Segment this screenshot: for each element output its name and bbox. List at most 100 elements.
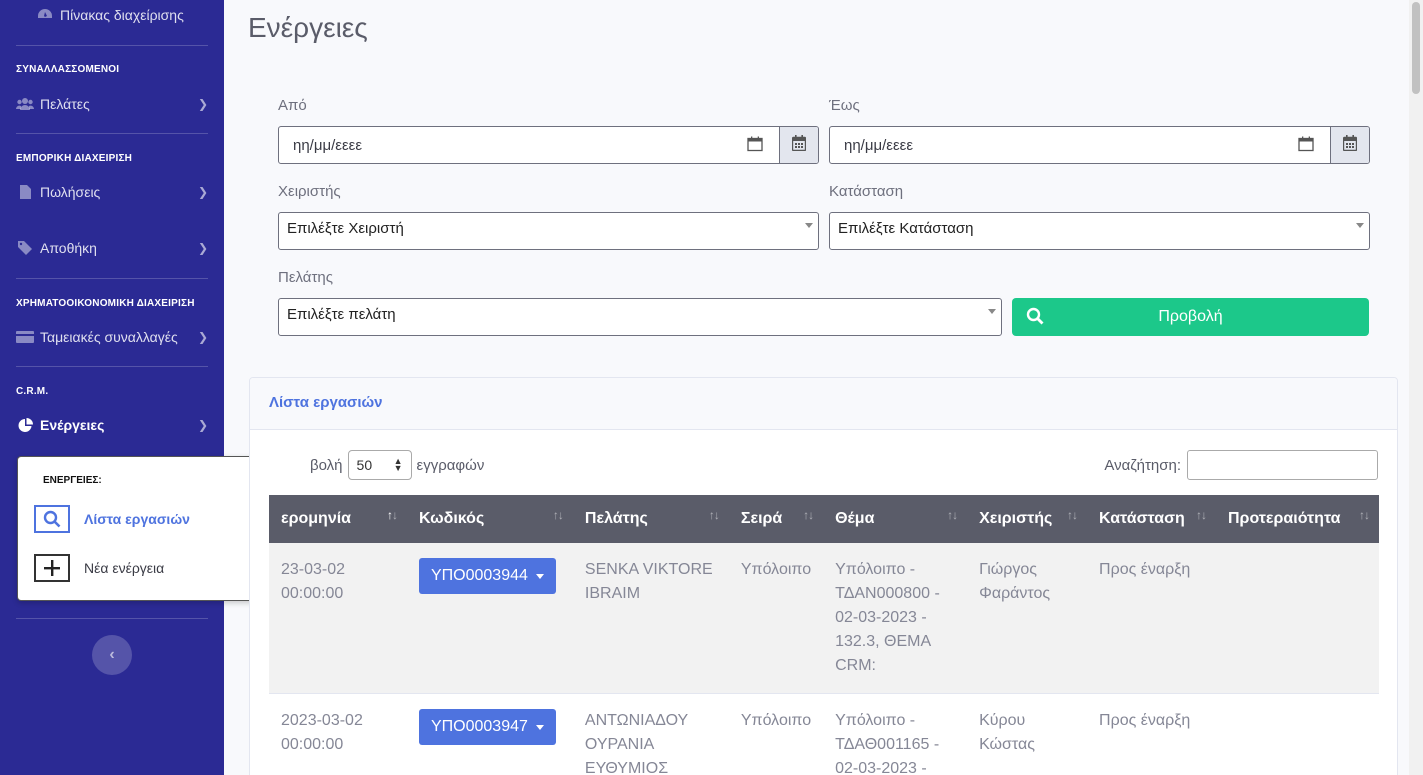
cell-operator: Γιώργος Φαράντος [967, 543, 1088, 694]
plus-icon [34, 554, 70, 582]
search-input[interactable] [1187, 450, 1378, 480]
column-header-customer[interactable]: Πελάτης ↑↓ [572, 495, 729, 543]
sidebar-item-actions[interactable]: Ενέργειες ❯ [16, 417, 208, 433]
operator-label: Χειριστής [278, 183, 341, 200]
from-calendar-button[interactable] [779, 127, 818, 163]
sidebar-item-label: Ενέργειες [40, 417, 105, 433]
status-select[interactable]: Επιλέξτε Κατάσταση [829, 212, 1370, 250]
sidebar-item-dashboard[interactable]: Πίνακας διαχείρισης [36, 7, 228, 23]
to-label: Έως [829, 97, 860, 114]
cell-code: ΥΠΟ0003947 [406, 693, 573, 775]
table-row: 2023-03-02 00:00:00 ΥΠΟ0003947 ΑΝΤΩΝΙΑΔΟ… [269, 693, 1379, 775]
from-date-field[interactable]: ηη/μμ/εεεε [278, 126, 819, 164]
page-length-select[interactable]: 50 ▲ ▼ [347, 450, 412, 480]
cell-operator: Κύρου Κώστας [967, 693, 1088, 775]
sidebar-divider [16, 278, 208, 279]
sidebar-toggle-button[interactable]: ‹ [92, 635, 132, 675]
sidebar-divider [16, 133, 208, 134]
cell-customer: ΑΝΤΩΝΙΑΔΟΥ ΟΥΡΑΝΙΑ ΕΥΘΥΜΙΟΣ [572, 693, 729, 775]
updown-icon: ▲ ▼ [393, 456, 403, 473]
view-button[interactable]: Προβολή [1012, 298, 1369, 336]
search-icon [34, 505, 70, 533]
column-header-code[interactable]: Κωδικός ↑↓ [406, 495, 573, 543]
customer-select[interactable]: Επιλέξτε πελάτη [278, 298, 1002, 336]
column-header-status[interactable]: Κατάσταση ↑↓ [1087, 495, 1216, 543]
code-dropdown-button[interactable]: ΥΠΟ0003944 [418, 558, 556, 594]
column-header-date[interactable]: ερομηνία ↑↓ [269, 495, 407, 543]
caret-down-icon [535, 573, 544, 579]
flyout-item-task-list[interactable]: Λίστα εργασιών [34, 505, 190, 533]
sidebar-item-customers[interactable]: Πελάτες ❯ [16, 96, 208, 112]
sidebar-item-label: Αποθήκη [40, 240, 97, 256]
scrollbar-thumb[interactable] [1412, 2, 1420, 94]
flyout-item-new-action[interactable]: Νέα ενέργεια [34, 554, 164, 582]
operator-select-value: Επιλέξτε Χειριστή [287, 220, 404, 237]
page-length-suffix: εγγραφών [416, 456, 485, 474]
table-header-row: ερομηνία ↑↓ Κωδικός ↑↓ Πελάτης ↑↓ Σειρά ↑↓ Θ… [269, 495, 1379, 543]
column-header-operator[interactable]: Χειριστής ↑↓ [967, 495, 1088, 543]
file-icon [16, 185, 34, 199]
sidebar-item-cash-transactions[interactable]: Ταμειακές συναλλαγές ❯ [16, 329, 208, 345]
sort-icon: ↑↓ [803, 508, 814, 522]
to-date-input[interactable]: ηη/μμ/εεεε [830, 127, 1330, 163]
tag-icon [16, 241, 34, 255]
sidebar: Πίνακας διαχείρισης ΣΥΝΑΛΛΑΣΣΟΜΕΝΟΙ Πελά… [0, 0, 224, 775]
column-header-subject[interactable]: Θέμα ↑↓ [823, 495, 968, 543]
money-icon [16, 331, 34, 343]
table-row: 23-03-02 00:00:00 ΥΠΟ0003944 SENKA VIKTO… [269, 543, 1379, 694]
customer-label: Πελάτης [278, 269, 333, 286]
flyout-item-label: Νέα ενέργεια [84, 560, 165, 576]
tasks-table: ερομηνία ↑↓ Κωδικός ↑↓ Πελάτης ↑↓ Σειρά ↑↓ Θ… [269, 495, 1379, 775]
sort-icon: ↑↓ [1067, 508, 1078, 522]
sidebar-item-label: Ταμειακές συναλλαγές [40, 329, 178, 345]
sidebar-divider [16, 45, 208, 46]
caret-down-icon [1356, 223, 1364, 228]
status-select-value: Επιλέξτε Κατάσταση [838, 220, 974, 237]
cell-subject: Υπόλοιπο - ΤΔΑΝ000800 - 02-03-2023 - 132… [823, 543, 968, 694]
flyout-item-label: Λίστα εργασιών [84, 511, 190, 527]
dashboard-icon [36, 8, 54, 22]
to-date-field[interactable]: ηη/μμ/εεεε [829, 126, 1370, 164]
sidebar-item-sales[interactable]: Πωλήσεις ❯ [16, 184, 208, 200]
column-header-label: Σειρά [740, 510, 783, 527]
table-search: Αναζήτηση: [1104, 450, 1378, 480]
task-list-card: Λίστα εργασιών βολή 50 ▲ ▼ εγγραφών Αναζή… [249, 377, 1398, 775]
cell-series: Υπόλοιπο [728, 693, 824, 775]
column-header-label: Χειριστής [979, 510, 1053, 527]
from-date-placeholder: ηη/μμ/εεεε [293, 137, 363, 154]
to-calendar-button[interactable] [1330, 127, 1369, 163]
calendar-icon[interactable] [1298, 136, 1314, 156]
view-button-label: Προβολή [1158, 308, 1223, 325]
page-length-value: 50 [356, 457, 373, 473]
status-label: Κατάσταση [829, 183, 904, 200]
cell-date: 2023-03-02 00:00:00 [269, 693, 407, 775]
cell-priority [1216, 693, 1379, 775]
calendar-icon [1342, 134, 1358, 156]
from-date-input[interactable]: ηη/μμ/εεεε [279, 127, 779, 163]
flyout-heading: ΕΝΕΡΓΕΙΕΣ: [43, 475, 102, 486]
cell-date: 23-03-02 00:00:00 [269, 543, 407, 694]
cell-subject: Υπόλοιπο - ΤΔΑΘ001165 - 02-03-2023 - [823, 693, 968, 775]
caret-down-icon [805, 223, 813, 228]
code-label: ΥΠΟ0003944 [430, 567, 528, 584]
search-label: Αναζήτηση: [1104, 456, 1181, 474]
chevron-right-icon: ❯ [197, 97, 208, 111]
calendar-icon [791, 134, 807, 156]
sidebar-heading-contacts: ΣΥΝΑΛΛΑΣΣΟΜΕΝΟΙ [16, 64, 120, 75]
sort-icon: ↑↓ [552, 508, 564, 522]
chevron-left-icon: ‹ [109, 646, 115, 663]
column-header-label: Προτεραιότητα [1228, 510, 1341, 527]
cell-status: Προς έναρξη [1087, 543, 1216, 694]
code-dropdown-button[interactable]: ΥΠΟ0003947 [418, 709, 556, 745]
chevron-right-icon: ❯ [197, 330, 208, 344]
column-header-label: Πελάτης [584, 510, 648, 527]
column-header-series[interactable]: Σειρά ↑↓ [728, 495, 824, 543]
calendar-icon[interactable] [747, 136, 763, 156]
sort-asc-icon: ↑↓ [386, 508, 398, 522]
page-scrollbar[interactable] [1409, 0, 1423, 775]
sort-icon: ↑↓ [1359, 508, 1370, 522]
operator-select[interactable]: Επιλέξτε Χειριστή [278, 212, 819, 250]
sidebar-item-warehouse[interactable]: Αποθήκη ❯ [16, 240, 208, 256]
column-header-label: ερομηνία [281, 510, 352, 527]
column-header-priority[interactable]: Προτεραιότητα ↑↓ [1216, 495, 1379, 543]
